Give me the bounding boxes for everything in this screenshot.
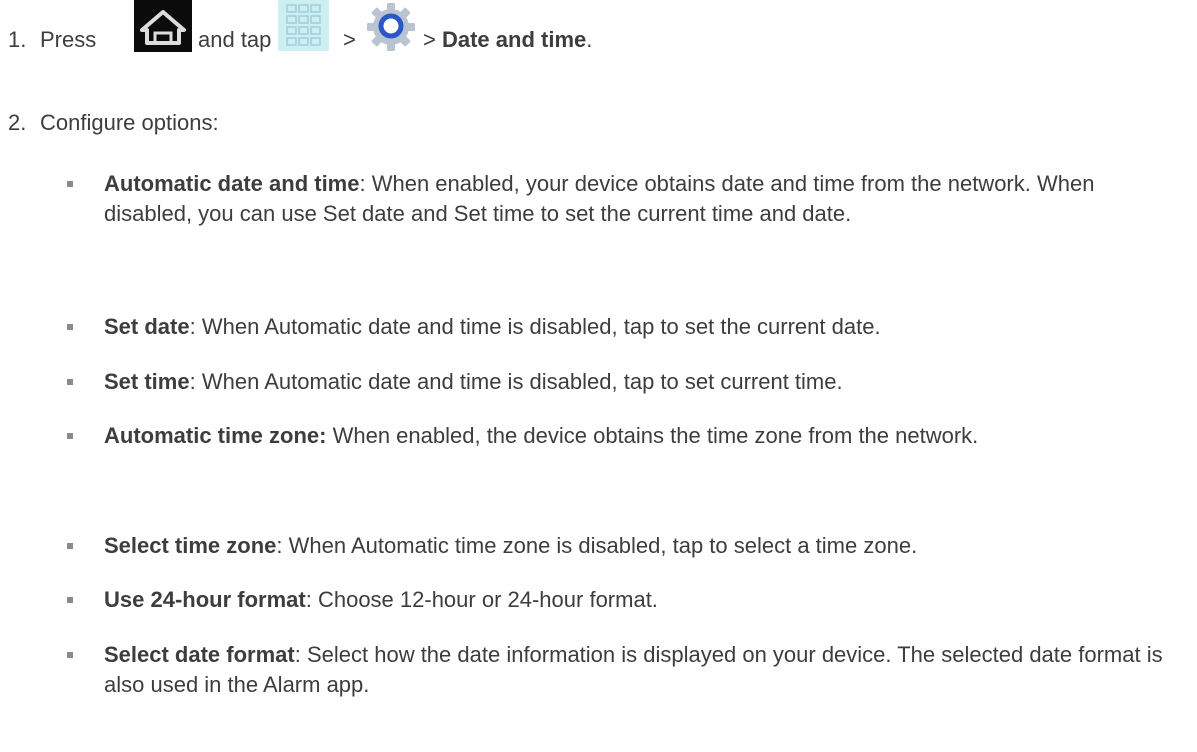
and-tap-text: and tap [198,27,272,52]
step-2: 2. Configure options: [8,109,219,136]
step-1-press-text: Press [40,27,97,52]
option-set-time: Set time: When Automatic date and time i… [67,367,1184,397]
option-select-date-format: Select date format: Select how the date … [67,640,1184,700]
step-1-line: 1. Press [8,26,96,53]
option-select-time-zone: Select time zone: When Automatic time zo… [67,531,1184,561]
step-number: 1. [8,27,27,52]
option-description: When Automatic date and time is disabled… [195,314,881,339]
option-term: Set date [104,314,190,339]
option-automatic-time-zone: Automatic time zone: When enabled, the d… [67,421,1184,451]
option-description: When Automatic date and time is disabled… [195,369,843,394]
option-description: When Automatic time zone is disabled, ta… [282,533,918,558]
separator-1: > [343,27,356,52]
bullet [67,543,73,549]
bullet [67,181,73,187]
bullet [67,324,73,330]
option-use-24-hour-format: Use 24-hour format: Choose 12-hour or 24… [67,585,1184,615]
step-1-tail: > Date and time. [423,26,592,53]
bullet [67,597,73,603]
bullet [67,379,73,385]
option-term: Automatic time zone: [104,423,327,448]
date-and-time-label: Date and time [441,27,587,52]
option-term: Automatic date and time [104,171,360,196]
apps-grid-icon [278,0,329,51]
bullet [67,652,73,658]
option-term: Select time zone [104,533,277,558]
home-icon [134,0,192,52]
settings-gear-icon [366,2,416,52]
option-term: Use 24-hour format [104,587,306,612]
option-description: Choose 12-hour or 24-hour format. [311,587,658,612]
separator-2: > [423,27,436,52]
bullet [67,433,73,439]
option-set-date: Set date: When Automatic date and time i… [67,312,1184,342]
option-term: Select date format [104,642,295,667]
option-term: Set time [104,369,190,394]
step-1-period: . [586,27,593,52]
step-number: 2. [8,110,27,135]
option-description: When enabled, the device obtains the tim… [326,423,979,448]
step-2-text: Configure options: [40,110,219,135]
option-automatic-date-and-time: Automatic date and time: When enabled, y… [67,169,1184,229]
